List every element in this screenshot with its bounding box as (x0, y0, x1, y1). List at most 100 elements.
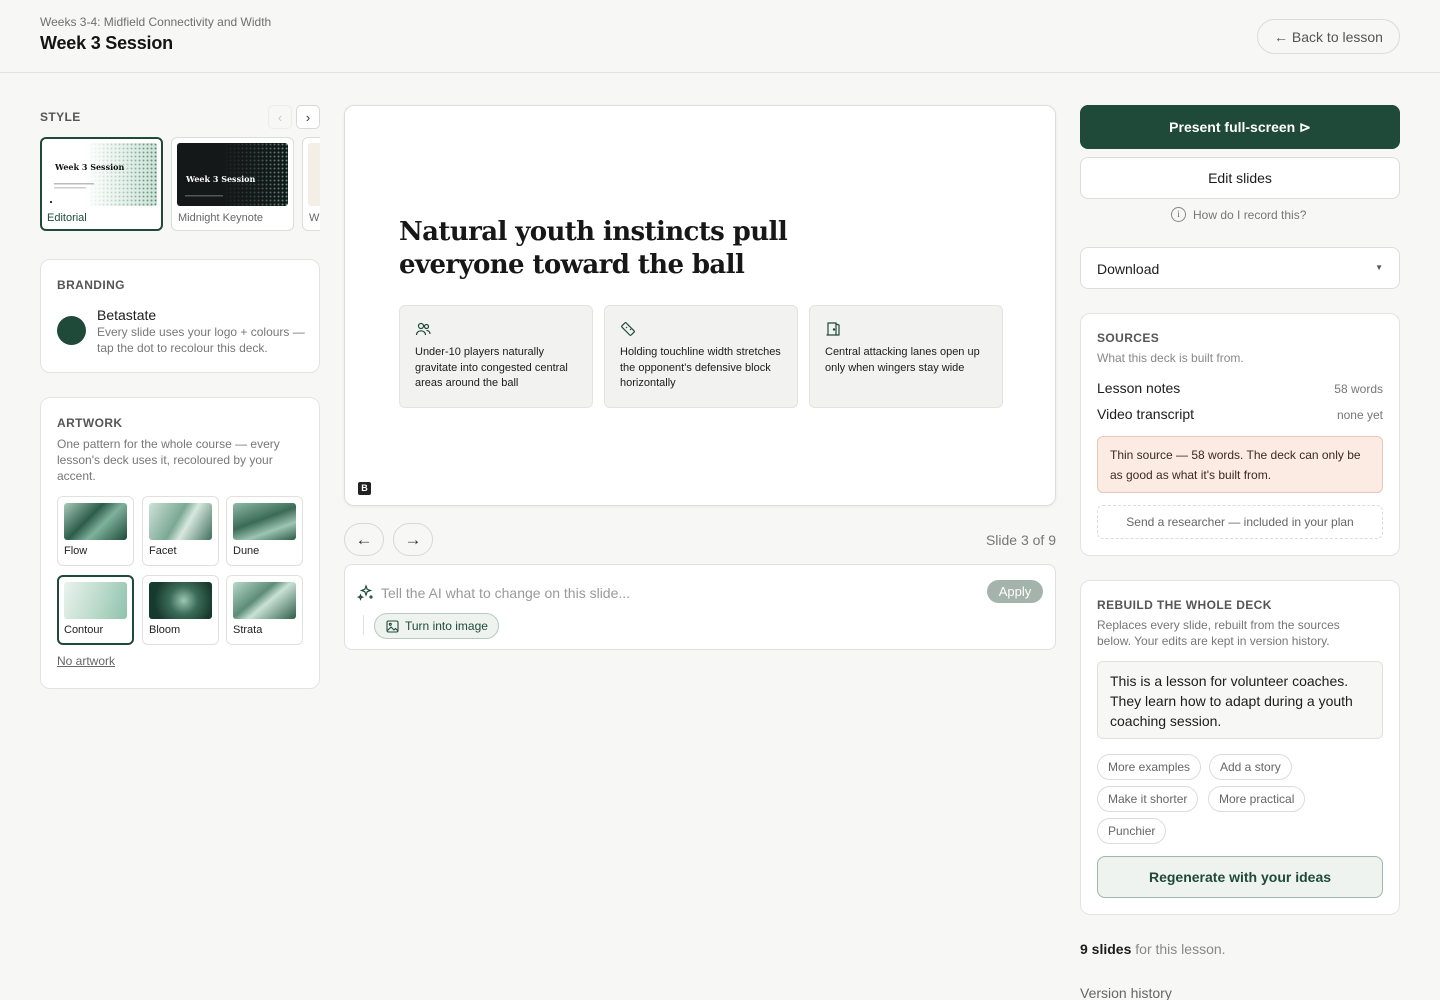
artwork-thumbnail (149, 582, 212, 619)
slide-card: Holding touchline width stretches the op… (604, 305, 798, 408)
brand-description: Every slide uses your logo + colours — t… (97, 325, 305, 355)
slides-count-suffix: for this lesson. (1131, 941, 1226, 957)
artwork-option-label: Bloom (149, 624, 181, 636)
artwork-panel: ARTWORK One pattern for the whole course… (40, 397, 320, 689)
artwork-option-contour[interactable]: Contour (57, 575, 134, 645)
rebuild-description: Replaces every slide, rebuilt from the s… (1097, 618, 1340, 648)
sparkles-icon (357, 584, 373, 601)
door-icon (826, 322, 840, 336)
style-thumbnail-text: Week 3 Session (186, 174, 256, 184)
image-icon (386, 619, 399, 633)
style-option-partial[interactable]: W (302, 137, 320, 231)
artwork-option-dune[interactable]: Dune (226, 496, 303, 566)
rebuild-ideas-textarea[interactable]: This is a lesson for volunteer coaches. … (1097, 661, 1383, 739)
artwork-thumbnail (233, 582, 296, 619)
slide-preview[interactable]: Natural youth instincts pull everyone to… (344, 105, 1056, 506)
slide-card: Under-10 players naturally gravitate int… (399, 305, 593, 408)
info-icon: i (1171, 207, 1186, 222)
download-dropdown[interactable]: Download ▼ (1080, 247, 1400, 289)
artwork-option-label: Contour (64, 624, 104, 636)
next-slide-button[interactable]: → (393, 523, 433, 556)
artwork-thumbnail (233, 503, 296, 540)
style-thumbnail: Week 3 Session (46, 143, 157, 206)
rebuild-label: REBUILD THE WHOLE DECK (1097, 598, 1272, 612)
artwork-option-label: Dune (233, 545, 260, 557)
slide-card-text: Holding touchline width stretches the op… (620, 346, 781, 389)
turn-into-image-button[interactable]: Turn into image (374, 613, 499, 639)
sources-panel: SOURCES What this deck is built from. Le… (1080, 313, 1400, 556)
slide-headline: Natural youth instincts pull everyone to… (399, 217, 788, 280)
chevron-right-icon: › (305, 109, 311, 125)
previous-slide-button[interactable]: ← (344, 523, 384, 556)
branding-label: BRANDING (57, 278, 125, 292)
page-title: Week 3 Session (40, 33, 173, 53)
style-carousel: Week 3 Session Editorial Week 3 Session … (40, 137, 320, 232)
caret-down-icon: ▼ (1375, 263, 1383, 272)
style-option-label: Midnight Keynote (178, 212, 263, 224)
artwork-option-facet[interactable]: Facet (142, 496, 219, 566)
sources-label: SOURCES (1097, 331, 1160, 345)
artwork-description: One pattern for the whole course — every… (57, 437, 280, 483)
style-label: STYLE (40, 110, 81, 124)
arrow-left-icon: ← (355, 529, 373, 549)
apply-button[interactable]: Apply (987, 580, 1043, 603)
slides-count: 9 slides for this lesson. (1080, 941, 1226, 957)
style-thumbnail-text: Week 3 Session (55, 162, 125, 172)
slides-count-number: 9 slides (1080, 941, 1132, 957)
artwork-thumbnail (149, 503, 212, 540)
divider (363, 615, 364, 635)
chip-punchier[interactable]: Punchier (1097, 818, 1167, 844)
source-value: none yet (1336, 408, 1383, 422)
chevron-left-icon: ‹ (277, 109, 283, 125)
style-thumbnail (308, 143, 320, 206)
style-option-midnight-keynote[interactable]: Week 3 Session Midnight Keynote (171, 137, 294, 231)
how-to-record-label: How do I record this? (1193, 207, 1307, 222)
download-label: Download (1097, 261, 1160, 277)
version-history-link[interactable]: Version history (1080, 985, 1172, 1000)
source-name: Video transcript (1097, 406, 1195, 422)
chip-make-it-shorter[interactable]: Make it shorter (1097, 786, 1199, 812)
source-row: Lesson notes 58 words (1097, 380, 1383, 396)
how-to-record-link[interactable]: i How do I record this? (1171, 207, 1306, 222)
artwork-label: ARTWORK (57, 416, 123, 430)
slide-card-text: Under-10 players naturally gravitate int… (415, 346, 568, 389)
source-name: Lesson notes (1097, 380, 1181, 396)
ruler-icon (621, 322, 635, 336)
style-thumbnail: Week 3 Session (177, 143, 288, 206)
thin-source-warning: Thin source — 58 words. The deck can onl… (1097, 436, 1383, 493)
no-artwork-link[interactable]: No artwork (57, 654, 115, 668)
source-row: Video transcript none yet (1097, 406, 1383, 422)
back-to-lesson-button[interactable]: ← Back to lesson (1257, 19, 1400, 54)
artwork-option-strata[interactable]: Strata (226, 575, 303, 645)
send-researcher-button[interactable]: Send a researcher — included in your pla… (1097, 505, 1383, 539)
chip-more-examples[interactable]: More examples (1097, 754, 1202, 780)
chip-more-practical[interactable]: More practical (1208, 786, 1306, 812)
style-next-button[interactable]: › (296, 105, 320, 129)
slide-card: Central attacking lanes open up only whe… (809, 305, 1003, 408)
brand-color-dot[interactable] (57, 316, 86, 345)
edit-slides-button[interactable]: Edit slides (1080, 157, 1400, 199)
style-option-editorial[interactable]: Week 3 Session Editorial (40, 137, 163, 231)
rebuild-deck-panel: REBUILD THE WHOLE DECK Replaces every sl… (1080, 580, 1400, 915)
chip-add-a-story[interactable]: Add a story (1209, 754, 1292, 780)
breadcrumb[interactable]: Weeks 3-4: Midfield Connectivity and Wid… (40, 15, 271, 29)
slide-counter: Slide 3 of 9 (985, 532, 1056, 548)
brand-name: Betastate (97, 307, 157, 323)
ai-edit-box: Apply Turn into image (344, 564, 1056, 650)
slide-card-text: Central attacking lanes open up only whe… (825, 346, 980, 374)
style-prev-button[interactable]: ‹ (268, 105, 292, 129)
turn-into-image-label: Turn into image (405, 619, 488, 633)
slide-logo: B (358, 482, 371, 495)
page-header: Weeks 3-4: Midfield Connectivity and Wid… (0, 0, 1440, 73)
artwork-thumbnail (64, 503, 127, 540)
users-icon (415, 322, 431, 336)
artwork-option-flow[interactable]: Flow (57, 496, 134, 566)
style-option-label: Editorial (47, 212, 87, 224)
ai-instruction-input[interactable] (381, 583, 971, 603)
regenerate-button[interactable]: Regenerate with your ideas (1097, 856, 1383, 898)
arrow-right-icon: → (404, 529, 422, 549)
present-fullscreen-button[interactable]: Present full-screen ⊳ (1080, 105, 1400, 149)
artwork-option-bloom[interactable]: Bloom (142, 575, 219, 645)
artwork-thumbnail (64, 582, 127, 619)
artwork-option-label: Flow (64, 545, 88, 557)
